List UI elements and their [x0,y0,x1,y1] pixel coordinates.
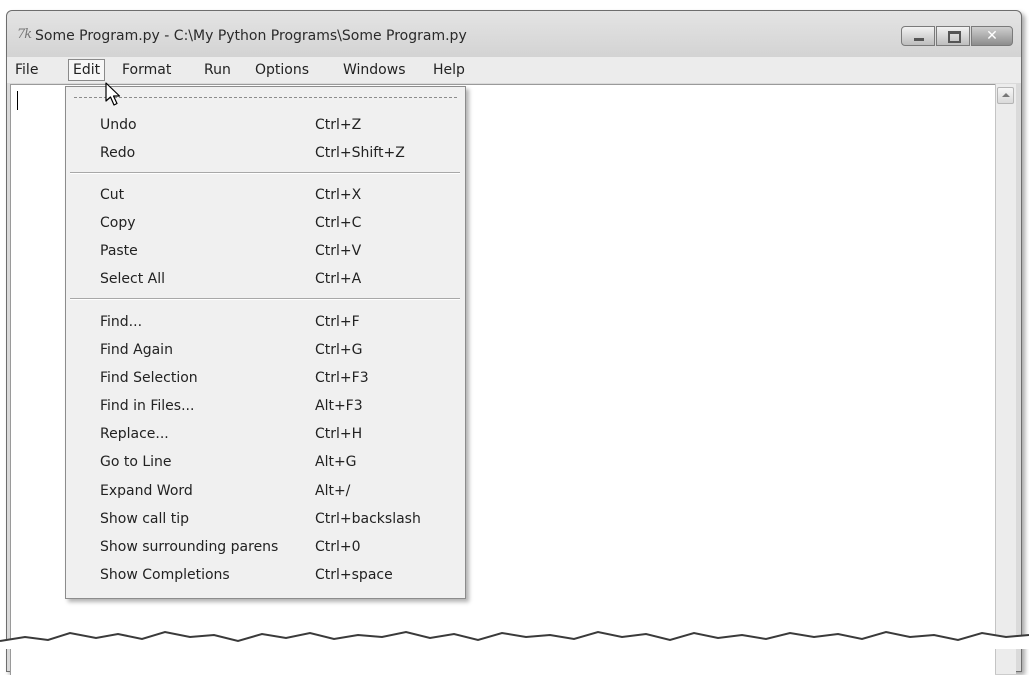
app-icon: 7k [17,27,32,42]
menu-item-copy[interactable]: Copy Ctrl+C [66,209,465,237]
menu-item-expand-word[interactable]: Expand Word Alt+/ [66,477,465,505]
menu-windows[interactable]: Windows [339,59,410,81]
menu-item-accelerator: Ctrl+C [315,215,362,231]
maximize-icon [948,31,961,43]
menu-item-select-all[interactable]: Select All Ctrl+A [66,265,465,293]
title-bar[interactable]: 7k Some Program.py - C:\My Python Progra… [7,11,1021,57]
menu-item-undo[interactable]: Undo Ctrl+Z [66,111,465,139]
menu-item-find-again[interactable]: Find Again Ctrl+G [66,336,465,364]
menu-options[interactable]: Options [251,59,313,81]
close-icon: ✕ [986,28,998,44]
menu-item-label: Cut [100,187,125,203]
mouse-pointer-icon [105,82,121,106]
menu-separator [70,172,460,174]
menu-item-label: Paste [100,243,138,259]
scroll-up-arrow-icon[interactable] [997,87,1014,104]
menu-item-show-surrounding-parens[interactable]: Show surrounding parens Ctrl+0 [66,533,465,561]
menu-item-label: Undo [100,117,137,133]
menu-item-label: Replace... [100,426,169,442]
menu-item-accelerator: Ctrl+space [315,567,393,583]
menu-item-find-selection[interactable]: Find Selection Ctrl+F3 [66,364,465,392]
menu-item-label: Show call tip [100,511,189,527]
menu-separator [70,298,460,300]
menu-item-label: Find Selection [100,370,198,386]
menu-bar: File Edit Format Run Options Windows Hel… [7,57,1021,83]
close-button[interactable]: ✕ [971,26,1013,46]
menu-item-replace[interactable]: Replace... Ctrl+H [66,420,465,448]
minimize-icon [914,38,924,41]
menu-format[interactable]: Format [118,59,175,81]
menu-item-paste[interactable]: Paste Ctrl+V [66,237,465,265]
menu-item-accelerator: Ctrl+X [315,187,362,203]
menu-item-accelerator: Ctrl+F3 [315,370,369,386]
menu-help[interactable]: Help [429,59,469,81]
menu-item-label: Redo [100,145,136,161]
menu-item-accelerator: Alt+/ [315,483,351,499]
menu-item-redo[interactable]: Redo Ctrl+Shift+Z [66,139,465,167]
window-title: Some Program.py - C:\My Python Programs\… [35,28,467,44]
menu-item-label: Show Completions [100,567,230,583]
menu-item-accelerator: Ctrl+G [315,342,363,358]
menu-tearoff-line[interactable] [74,97,457,98]
menu-item-label: Go to Line [100,454,172,470]
menu-item-label: Find... [100,314,143,330]
menu-item-label: Copy [100,215,136,231]
menu-item-show-completions[interactable]: Show Completions Ctrl+space [66,561,465,589]
maximize-button[interactable] [936,26,970,46]
menu-item-label: Expand Word [100,483,193,499]
menu-item-find[interactable]: Find... Ctrl+F [66,308,465,336]
menu-item-find-in-files[interactable]: Find in Files... Alt+F3 [66,392,465,420]
menu-item-show-call-tip[interactable]: Show call tip Ctrl+backslash [66,505,465,533]
menu-item-label: Find in Files... [100,398,195,414]
menu-item-accelerator: Alt+G [315,454,357,470]
menu-item-cut[interactable]: Cut Ctrl+X [66,181,465,209]
menu-item-go-to-line[interactable]: Go to Line Alt+G [66,448,465,476]
torn-page-edge [0,630,1029,649]
menu-item-accelerator: Ctrl+backslash [315,511,421,527]
menu-item-accelerator: Ctrl+Z [315,117,362,133]
menu-run[interactable]: Run [200,59,235,81]
window-controls: ✕ [900,26,1013,46]
menu-item-accelerator: Ctrl+V [315,243,362,259]
menu-item-accelerator: Ctrl+F [315,314,360,330]
menu-item-label: Select All [100,271,165,287]
menu-item-accelerator: Ctrl+A [315,271,362,287]
minimize-button[interactable] [901,26,935,46]
menu-item-accelerator: Alt+F3 [315,398,363,414]
menu-item-accelerator: Ctrl+Shift+Z [315,145,405,161]
menu-item-label: Show surrounding parens [100,539,279,555]
vertical-scrollbar[interactable] [995,84,1016,674]
text-caret [17,91,18,110]
menu-item-label: Find Again [100,342,173,358]
menu-edit[interactable]: Edit [68,59,106,81]
menu-item-accelerator: Ctrl+H [315,426,363,442]
menu-file[interactable]: File [11,59,42,81]
edit-menu-dropdown: Undo Ctrl+Z Redo Ctrl+Shift+Z Cut Ctrl+X… [65,86,466,599]
menu-item-accelerator: Ctrl+0 [315,539,361,555]
